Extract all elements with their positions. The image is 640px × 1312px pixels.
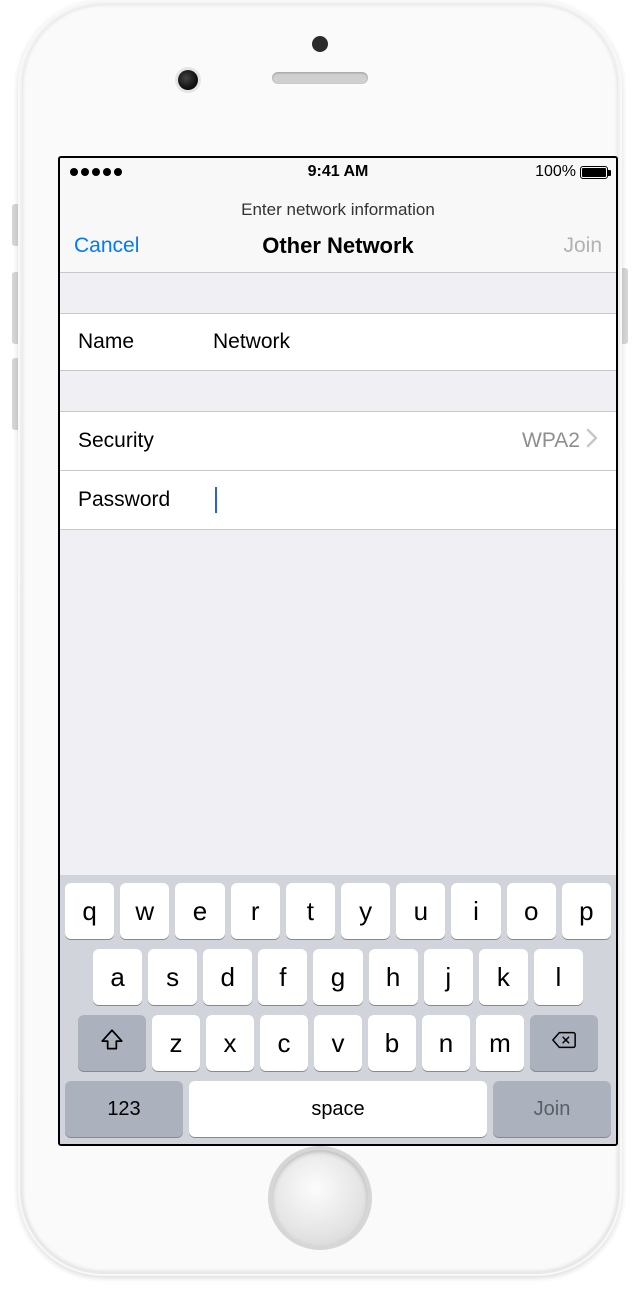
chevron-right-icon <box>586 428 598 454</box>
keyboard-row-4: 123 space Join <box>65 1081 611 1137</box>
battery-icon <box>580 166 608 179</box>
key-z[interactable]: z <box>152 1015 200 1071</box>
password-input[interactable] <box>217 488 598 512</box>
screen: 9:41 AM 100% Enter network information C… <box>58 156 618 1146</box>
key-d[interactable]: d <box>203 949 252 1005</box>
key-y[interactable]: y <box>341 883 390 939</box>
key-g[interactable]: g <box>313 949 362 1005</box>
key-i[interactable]: i <box>451 883 500 939</box>
network-name-input[interactable] <box>213 330 598 354</box>
key-u[interactable]: u <box>396 883 445 939</box>
key-l[interactable]: l <box>534 949 583 1005</box>
join-button[interactable]: Join <box>563 234 602 258</box>
key-b[interactable]: b <box>368 1015 416 1071</box>
key-e[interactable]: e <box>175 883 224 939</box>
keyboard-row-3: z x c v b n m <box>65 1015 611 1071</box>
key-q[interactable]: q <box>65 883 114 939</box>
network-name-row[interactable]: Name <box>60 313 616 371</box>
key-t[interactable]: t <box>286 883 335 939</box>
key-shift[interactable] <box>78 1015 146 1071</box>
key-v[interactable]: v <box>314 1015 362 1071</box>
shift-icon <box>99 1027 125 1060</box>
key-f[interactable]: f <box>258 949 307 1005</box>
key-space[interactable]: space <box>189 1081 487 1137</box>
key-c[interactable]: c <box>260 1015 308 1071</box>
key-h[interactable]: h <box>369 949 418 1005</box>
home-button[interactable] <box>272 1150 368 1246</box>
name-label: Name <box>78 330 213 354</box>
cancel-button[interactable]: Cancel <box>74 234 139 258</box>
security-label: Security <box>78 429 213 453</box>
front-camera <box>178 70 198 90</box>
status-time: 9:41 AM <box>60 163 616 181</box>
security-row[interactable]: Security WPA2 <box>60 411 616 471</box>
key-m[interactable]: m <box>476 1015 524 1071</box>
nav-subtitle: Enter network information <box>60 186 616 222</box>
key-return[interactable]: Join <box>493 1081 611 1137</box>
status-bar: 9:41 AM 100% <box>60 158 616 186</box>
battery-percent-label: 100% <box>535 163 576 181</box>
key-r[interactable]: r <box>231 883 280 939</box>
key-w[interactable]: w <box>120 883 169 939</box>
key-numbers[interactable]: 123 <box>65 1081 183 1137</box>
key-a[interactable]: a <box>93 949 142 1005</box>
key-s[interactable]: s <box>148 949 197 1005</box>
key-backspace[interactable] <box>530 1015 598 1071</box>
key-o[interactable]: o <box>507 883 556 939</box>
key-j[interactable]: j <box>424 949 473 1005</box>
earpiece-speaker <box>272 72 368 84</box>
security-value: WPA2 <box>213 429 586 453</box>
key-p[interactable]: p <box>562 883 611 939</box>
nav-title: Other Network <box>60 233 616 259</box>
password-label: Password <box>78 488 213 512</box>
key-n[interactable]: n <box>422 1015 470 1071</box>
proximity-sensor <box>312 36 328 52</box>
backspace-icon <box>551 1027 577 1060</box>
key-x[interactable]: x <box>206 1015 254 1071</box>
password-row[interactable]: Password <box>60 471 616 530</box>
keyboard-row-1: q w e r t y u i o p <box>65 883 611 939</box>
key-k[interactable]: k <box>479 949 528 1005</box>
keyboard-row-2: a s d f g h j k l <box>65 949 611 1005</box>
keyboard: q w e r t y u i o p a s d f g h <box>60 875 616 1144</box>
